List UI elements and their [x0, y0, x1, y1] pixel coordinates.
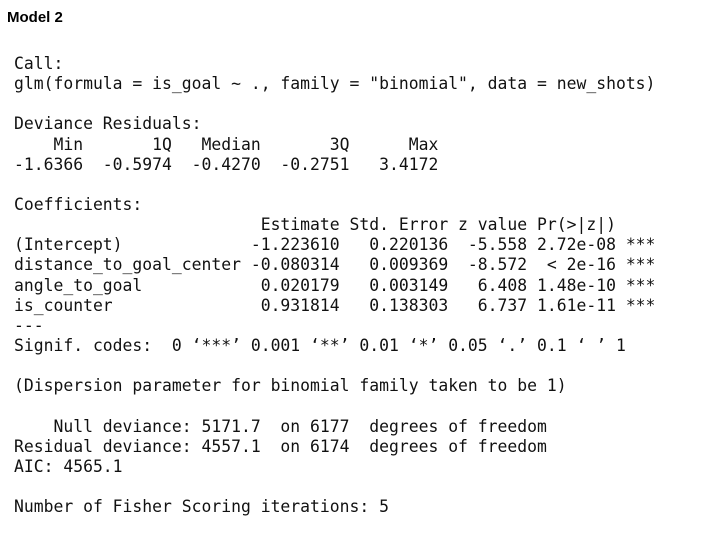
null-deviance: Null deviance: 5171.7 on 6177 degrees of…	[14, 416, 547, 436]
coefficient-row-angle: angle_to_goal 0.020179 0.003149 6.408 1.…	[14, 275, 656, 295]
dispersion-note: (Dispersion parameter for binomial famil…	[14, 376, 567, 396]
deviance-residuals-labels: Min 1Q Median 3Q Max	[14, 134, 459, 154]
glm-summary-output: Call: glm(formula = is_goal ~ ., family …	[14, 54, 655, 517]
call-formula: glm(formula = is_goal ~ ., family = "bin…	[14, 74, 656, 94]
deviance-residuals-values: -1.6366 -0.5974 -0.4270 -0.2751 3.4172	[14, 154, 459, 174]
deviance-residuals-header: Deviance Residuals:	[14, 114, 202, 134]
coefficient-row-counter: is_counter 0.931814 0.138303 6.737 1.61e…	[14, 295, 656, 315]
coefficients-column-header: Estimate Std. Error z value Pr(>|z|)	[14, 215, 656, 235]
coefficient-row-intercept: (Intercept) -1.223610 0.220136 -5.558 2.…	[14, 235, 656, 255]
fisher-iterations: Number of Fisher Scoring iterations: 5	[14, 497, 389, 517]
model-title: Model 2	[7, 9, 63, 26]
coefficient-row-distance: distance_to_goal_center -0.080314 0.0093…	[14, 255, 656, 275]
call-header: Call:	[14, 54, 64, 73]
separator-line: ---	[14, 315, 44, 335]
signif-codes: Signif. codes: 0 ‘***’ 0.001 ‘**’ 0.01 ‘…	[14, 335, 626, 355]
residual-deviance: Residual deviance: 4557.1 on 6174 degree…	[14, 436, 547, 456]
aic-value: AIC: 4565.1	[14, 456, 123, 476]
coefficients-header: Coefficients:	[14, 194, 143, 214]
